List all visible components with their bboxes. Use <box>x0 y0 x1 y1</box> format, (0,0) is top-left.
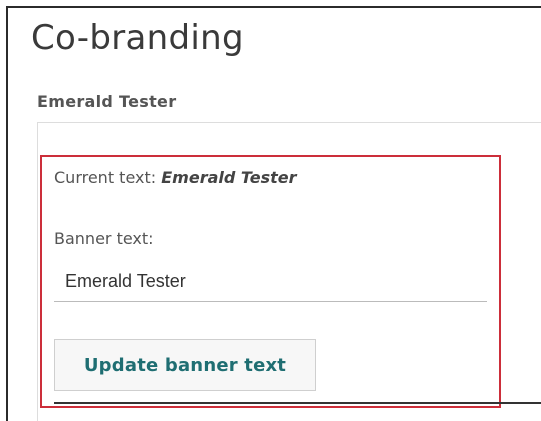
page-title: Co-branding <box>31 18 244 58</box>
current-text-row: Current text: Emerald Tester <box>54 168 297 187</box>
update-banner-text-button[interactable]: Update banner text <box>54 339 316 391</box>
divider <box>54 402 541 404</box>
banner-text-input[interactable] <box>54 261 487 302</box>
banner-text-label: Banner text: <box>54 229 154 248</box>
current-text-value: Emerald Tester <box>161 168 297 187</box>
organization-name: Emerald Tester <box>37 92 177 111</box>
current-text-label: Current text: <box>54 168 157 187</box>
